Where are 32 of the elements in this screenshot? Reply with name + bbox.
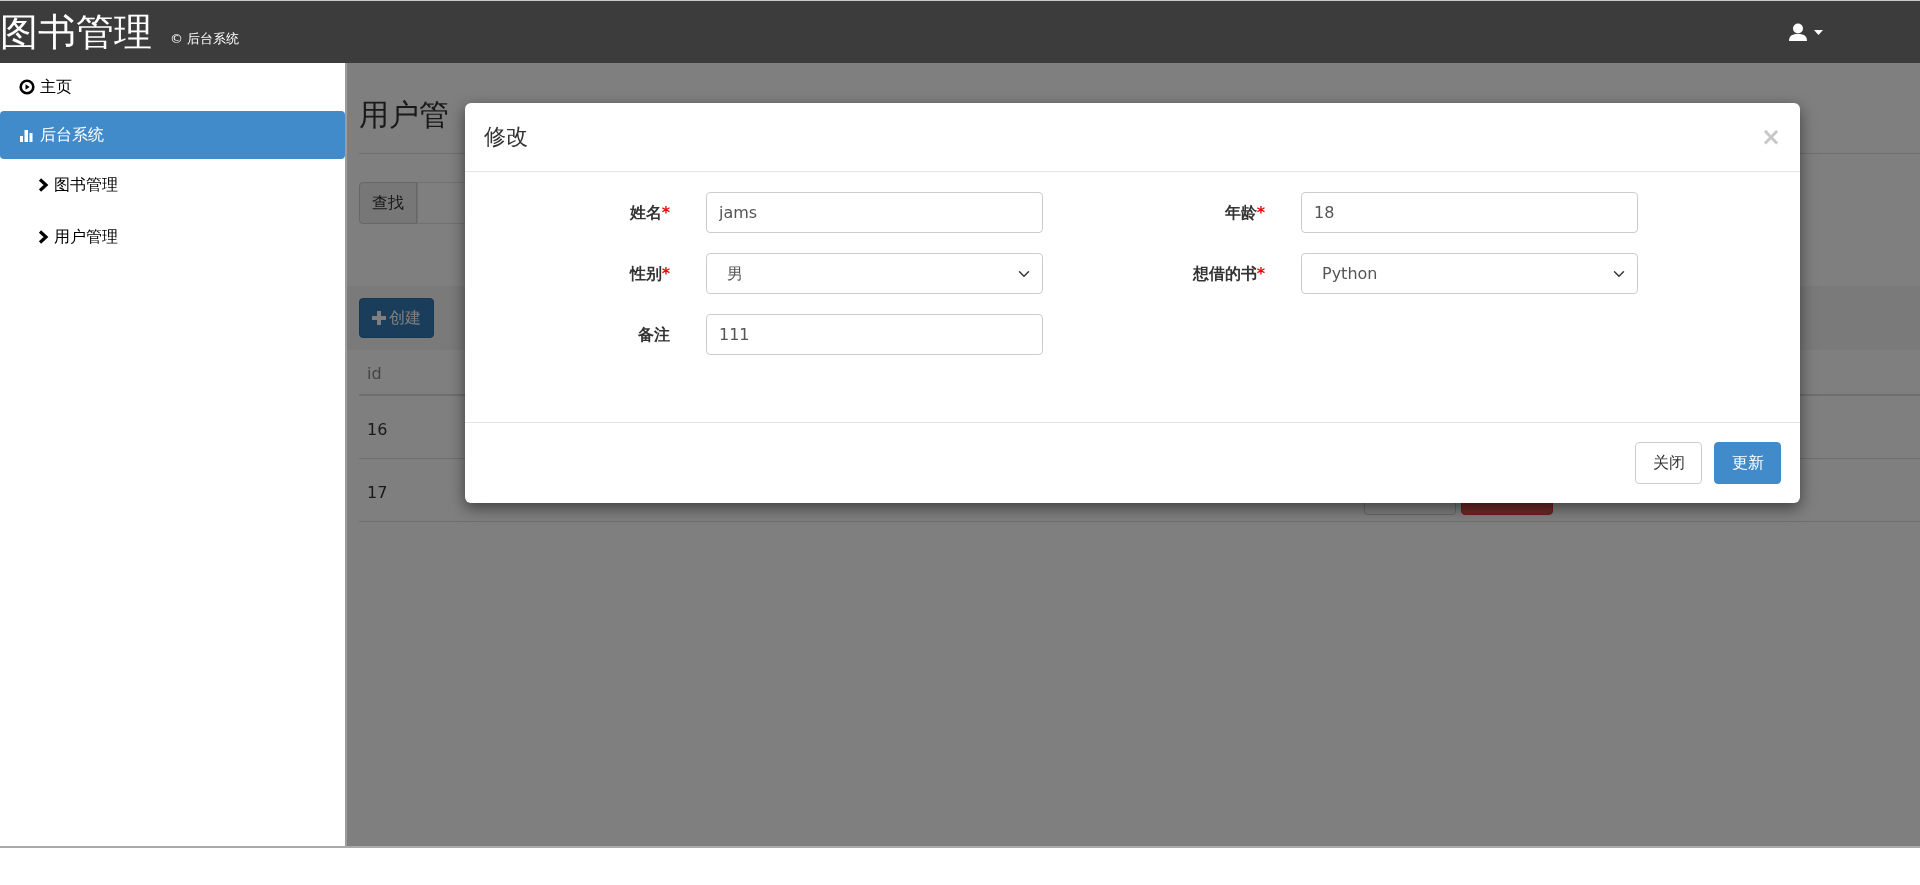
user-menu-button[interactable]: [1786, 21, 1825, 43]
app-subtitle: © 后台系统: [170, 30, 240, 49]
input-field[interactable]: 111: [706, 314, 1043, 355]
page-title: 用户管: [359, 97, 450, 133]
plus-icon: [372, 311, 386, 325]
select-field[interactable]: Python: [1301, 253, 1638, 294]
field-label: 年龄*: [1224, 201, 1265, 224]
sidebar-item[interactable]: 图书管理: [0, 159, 345, 211]
field-label: 备注: [638, 323, 670, 346]
sidebar-item[interactable]: 用户管理: [0, 211, 345, 263]
select-field[interactable]: 男: [706, 253, 1043, 294]
table-cell-text: 16: [366, 419, 389, 441]
sidebar-item[interactable]: 主页: [0, 63, 345, 111]
input-field[interactable]: 18: [1301, 192, 1638, 233]
app-title: 图书管理: [0, 13, 152, 51]
sidebar-item[interactable]: 后台系统: [0, 111, 345, 159]
chevron-icon: [38, 178, 49, 192]
column-header: id: [366, 363, 383, 385]
search-addon: 查找: [359, 182, 417, 224]
user-icon: [1788, 23, 1808, 41]
input-field[interactable]: jams: [706, 192, 1043, 233]
chevron-icon: [38, 230, 49, 244]
play-circle-icon: [19, 79, 35, 95]
table-cell-text: 17: [366, 482, 389, 504]
bar-chart-icon: [19, 127, 35, 143]
caret-icon: [1814, 29, 1823, 35]
field-label: 姓名*: [629, 201, 670, 224]
modal-title: 修改: [484, 123, 528, 151]
field-label: 想借的书*: [1192, 262, 1265, 285]
close-dialog-button[interactable]: 关闭: [1635, 442, 1702, 484]
field-label: 性别*: [629, 262, 670, 285]
update-button[interactable]: 更新: [1714, 442, 1781, 484]
